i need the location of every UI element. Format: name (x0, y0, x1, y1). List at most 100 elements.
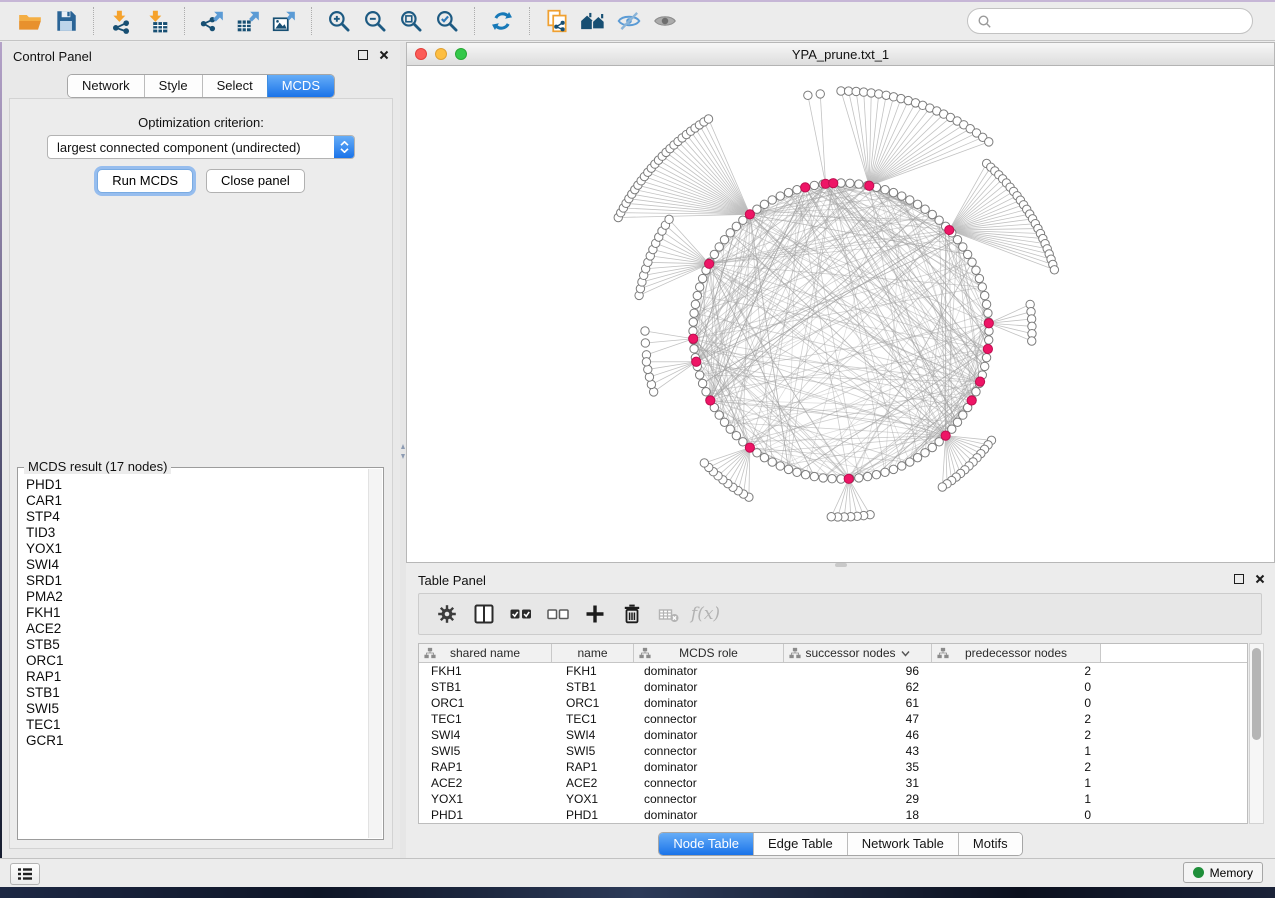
criterion-select[interactable]: largest connected component (undirected) (47, 135, 355, 159)
hierarchy-icon (424, 647, 436, 659)
tab-mcds[interactable]: MCDS (267, 75, 334, 97)
mcds-result-item[interactable]: STB5 (19, 637, 368, 653)
import-table-button[interactable] (139, 6, 175, 36)
select-stepper-icon (334, 136, 354, 158)
table-row[interactable]: RAP1RAP1dominator352 (419, 759, 1247, 775)
mcds-result-item[interactable]: ORC1 (19, 653, 368, 669)
export-network-button[interactable] (194, 6, 230, 36)
mcds-result-item[interactable]: STP4 (19, 509, 368, 525)
cell-predecessor-nodes: 1 (932, 744, 1101, 758)
criterion-select-value: largest connected component (undirected) (57, 140, 301, 155)
show-column-button[interactable] (468, 599, 499, 629)
open-session-button[interactable] (12, 6, 48, 36)
mcds-result-item[interactable]: RAP1 (19, 669, 368, 685)
console-button[interactable] (10, 863, 40, 885)
zoom-out-button[interactable] (357, 6, 393, 36)
table-row[interactable]: FKH1FKH1dominator962 (419, 663, 1247, 679)
minimize-window-icon[interactable] (435, 48, 447, 60)
zoom-selected-button[interactable] (429, 6, 465, 36)
close-panel-icon[interactable] (379, 50, 389, 60)
column-header-name[interactable]: name (552, 644, 634, 662)
import-network-button[interactable] (103, 6, 139, 36)
table-row[interactable]: ORC1ORC1dominator610 (419, 695, 1247, 711)
tab-motifs[interactable]: Motifs (958, 833, 1022, 855)
table-row[interactable]: TEC1TEC1connector472 (419, 711, 1247, 727)
mcds-result-item[interactable]: CAR1 (19, 493, 368, 509)
memory-button[interactable]: Memory (1183, 862, 1263, 883)
mcds-result-item[interactable]: SRD1 (19, 573, 368, 589)
mcds-result-item[interactable]: ACE2 (19, 621, 368, 637)
mcds-result-scrollbar[interactable] (368, 469, 382, 838)
float-panel-icon[interactable] (1234, 574, 1244, 584)
mcds-result-item[interactable]: TID3 (19, 525, 368, 541)
add-column-button[interactable] (579, 599, 610, 629)
zoom-selected-icon (434, 8, 460, 34)
first-neighbors-button[interactable] (575, 6, 611, 36)
close-panel-button[interactable]: Close panel (206, 169, 305, 193)
column-header-mcds-role[interactable]: MCDS role (634, 644, 784, 662)
column-header-shared-name[interactable]: shared name (419, 644, 552, 662)
cell-mcds-role: dominator (634, 680, 784, 694)
column-header-successor-nodes[interactable]: successor nodes (784, 644, 932, 662)
delete-column-button[interactable] (616, 599, 647, 629)
tab-node-table[interactable]: Node Table (659, 833, 753, 855)
network-titlebar[interactable]: YPA_prune.txt_1 (407, 43, 1274, 66)
close-panel-icon[interactable] (1255, 574, 1265, 584)
zoom-fit-button[interactable] (393, 6, 429, 36)
new-network-from-selection-button[interactable] (539, 6, 575, 36)
search-input[interactable] (998, 13, 1243, 30)
mcds-result-list: PHD1CAR1STP4TID3YOX1SWI4SRD1PMA2FKH1ACE2… (19, 469, 368, 838)
splitter-arrow-icon[interactable] (401, 454, 405, 459)
select-all-button[interactable] (505, 599, 536, 629)
table-scrollbar-thumb[interactable] (1252, 648, 1261, 740)
toolbar-separator (184, 7, 185, 35)
mcds-result-item[interactable]: GCR1 (19, 733, 368, 749)
table-row[interactable]: PHD1PHD1dominator180 (419, 807, 1247, 823)
export-table-button[interactable] (230, 6, 266, 36)
mcds-result-item[interactable]: SWI5 (19, 701, 368, 717)
tab-network-table[interactable]: Network Table (847, 833, 958, 855)
search-box[interactable] (967, 8, 1253, 34)
mcds-result-item[interactable]: PMA2 (19, 589, 368, 605)
table-row[interactable]: STB1STB1dominator620 (419, 679, 1247, 695)
hierarchy-icon (789, 647, 801, 659)
table-row[interactable]: SWI5SWI5connector431 (419, 743, 1247, 759)
column-header-predecessor-nodes[interactable]: predecessor nodes (932, 644, 1101, 662)
hide-selected-button[interactable] (611, 6, 647, 36)
mcds-result-item[interactable]: PHD1 (19, 477, 368, 493)
mcds-result-item[interactable]: FKH1 (19, 605, 368, 621)
cell-predecessor-nodes: 0 (932, 680, 1101, 694)
float-panel-icon[interactable] (358, 50, 368, 60)
close-window-icon[interactable] (415, 48, 427, 60)
table-row[interactable]: SWI4SWI4dominator462 (419, 727, 1247, 743)
zoom-in-button[interactable] (321, 6, 357, 36)
cell-predecessor-nodes: 2 (932, 664, 1101, 678)
table-row[interactable]: ACE2ACE2connector311 (419, 775, 1247, 791)
mcds-result-item[interactable]: TEC1 (19, 717, 368, 733)
export-image-icon (271, 8, 297, 34)
tab-edge-table[interactable]: Edge Table (753, 833, 847, 855)
mcds-result-item[interactable]: SWI4 (19, 557, 368, 573)
deselect-all-button[interactable] (542, 599, 573, 629)
table-scrollbar[interactable] (1249, 643, 1264, 824)
table-settings-button[interactable] (431, 599, 462, 629)
tab-select[interactable]: Select (202, 75, 267, 97)
maximize-window-icon[interactable] (455, 48, 467, 60)
network-canvas[interactable] (407, 65, 1274, 562)
optimization-criterion-label: Optimization criterion: (10, 115, 392, 130)
cell-successor-nodes: 61 (784, 696, 932, 710)
splitter-handle-icon[interactable] (835, 563, 847, 567)
export-table-icon (235, 8, 261, 34)
show-all-button[interactable] (647, 6, 683, 36)
refresh-button[interactable] (484, 6, 520, 36)
tab-network[interactable]: Network (68, 75, 144, 97)
run-mcds-button[interactable]: Run MCDS (97, 169, 193, 193)
splitter-arrow-icon[interactable] (401, 444, 405, 449)
save-session-button[interactable] (48, 6, 84, 36)
mcds-result-item[interactable]: YOX1 (19, 541, 368, 557)
mcds-result-item[interactable]: STB1 (19, 685, 368, 701)
table-row[interactable]: YOX1YOX1connector291 (419, 791, 1247, 807)
export-image-button[interactable] (266, 6, 302, 36)
new-network-from-selection-icon (544, 8, 570, 34)
tab-style[interactable]: Style (144, 75, 202, 97)
